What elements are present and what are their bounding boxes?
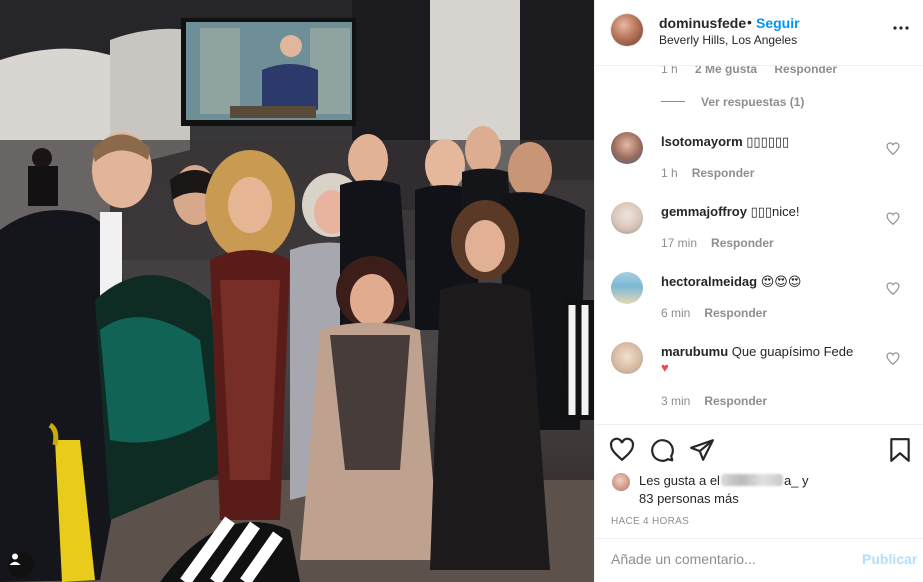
commenter-username[interactable]: marubumu — [661, 344, 728, 359]
prev-comment-time: 1 h — [661, 66, 678, 76]
heart-icon[interactable] — [886, 212, 900, 226]
reply-button[interactable]: Responder — [704, 306, 767, 320]
comments-list[interactable]: 1 h 2 Me gusta Responder Ver respuestas … — [595, 66, 923, 424]
bookmark-icon[interactable] — [887, 437, 913, 463]
blurred-username — [720, 474, 783, 486]
prev-comment-reply[interactable]: Responder — [774, 66, 837, 76]
comment-time: 3 min — [661, 394, 691, 408]
comment-text: hectoralmeidag 😍😍😍 — [661, 274, 886, 290]
commenter-avatar[interactable] — [611, 202, 643, 234]
comment-body: ▯▯▯▯▯▯ — [746, 134, 790, 149]
post-header: dominusfede • Seguir Beverly Hills, Los … — [595, 0, 923, 66]
comment-meta: 1 h Responder — [661, 166, 754, 180]
post-location[interactable]: Beverly Hills, Los Angeles — [659, 33, 797, 47]
heart-icon[interactable] — [886, 352, 900, 366]
comment-text: marubumu Que guapísimo Fede ♥ — [661, 344, 886, 376]
comment-text: gemmajoffroy ▯▯▯nice! — [661, 204, 886, 220]
more-options-icon[interactable] — [889, 16, 913, 40]
prev-comment-meta: 1 h 2 Me gusta Responder — [661, 66, 837, 76]
commenter-avatar[interactable] — [611, 132, 643, 164]
commenter-avatar[interactable] — [611, 342, 643, 374]
comment-body: ▯▯▯nice! — [750, 204, 800, 219]
author-username[interactable]: dominusfede — [659, 15, 746, 31]
heart-icon[interactable] — [886, 142, 900, 156]
heart-icon[interactable] — [886, 282, 900, 296]
post-actions: Les gusta a el a_ y 83 personas más HACE … — [595, 424, 923, 538]
post-photo[interactable] — [0, 0, 594, 582]
heart-emoji: ♥ — [661, 360, 669, 375]
liker-avatar[interactable] — [611, 472, 631, 492]
comment-meta: 17 min Responder — [661, 236, 774, 250]
photo-illustration — [0, 0, 594, 582]
comment-item: gemmajoffroy ▯▯▯nice! 17 min Responder — [595, 202, 923, 272]
commenter-username[interactable]: hectoralmeidag — [661, 274, 757, 289]
comment-time: 17 min — [661, 236, 698, 250]
follow-button[interactable]: Seguir — [756, 15, 800, 31]
replies-divider — [661, 101, 685, 102]
comment-body: 😍😍😍 — [760, 274, 802, 289]
post-sidebar: dominusfede • Seguir Beverly Hills, Los … — [594, 0, 923, 582]
user-tag-icon[interactable] — [8, 552, 34, 578]
publish-button[interactable]: Publicar — [862, 551, 917, 567]
commenter-username[interactable]: gemmajoffroy — [661, 204, 747, 219]
likes-prefix: Les gusta a el — [639, 473, 720, 488]
reply-button[interactable]: Responder — [692, 166, 755, 180]
comment-composer: Añade un comentario... Publicar — [595, 538, 923, 582]
comment-item: lsotomayorm ▯▯▯▯▯▯ 1 h Responder — [595, 132, 923, 202]
header-separator: • — [747, 14, 752, 30]
reply-button[interactable]: Responder — [711, 236, 774, 250]
comment-input[interactable]: Añade un comentario... — [611, 551, 841, 567]
likes-suffix: a_ y — [783, 473, 809, 488]
view-replies-button[interactable]: Ver respuestas (1) — [701, 95, 804, 109]
comment-text: lsotomayorm ▯▯▯▯▯▯ — [661, 134, 886, 150]
prev-comment-likes[interactable]: 2 Me gusta — [695, 66, 757, 76]
commenter-username[interactable]: lsotomayorm — [661, 134, 743, 149]
comment-meta: 3 min Responder — [661, 394, 767, 408]
author-avatar[interactable] — [611, 14, 643, 46]
post-timestamp[interactable]: HACE 4 HORAS — [611, 516, 689, 527]
share-icon[interactable] — [689, 437, 715, 463]
comment-body: Que guapísimo Fede — [731, 344, 854, 359]
comment-item: marubumu Que guapísimo Fede ♥ 3 min Respo… — [595, 342, 923, 422]
commenter-avatar[interactable] — [611, 272, 643, 304]
reply-button[interactable]: Responder — [704, 394, 767, 408]
likes-count[interactable]: 83 personas más — [639, 490, 739, 507]
comment-meta: 6 min Responder — [661, 306, 767, 320]
comment-icon[interactable] — [649, 437, 675, 463]
comment-time: 6 min — [661, 306, 691, 320]
likes-line-1: Les gusta a el a_ y — [639, 472, 809, 489]
comment-time: 1 h — [661, 166, 678, 180]
heart-icon[interactable] — [609, 437, 635, 463]
comment-item: hectoralmeidag 😍😍😍 6 min Responder — [595, 272, 923, 342]
